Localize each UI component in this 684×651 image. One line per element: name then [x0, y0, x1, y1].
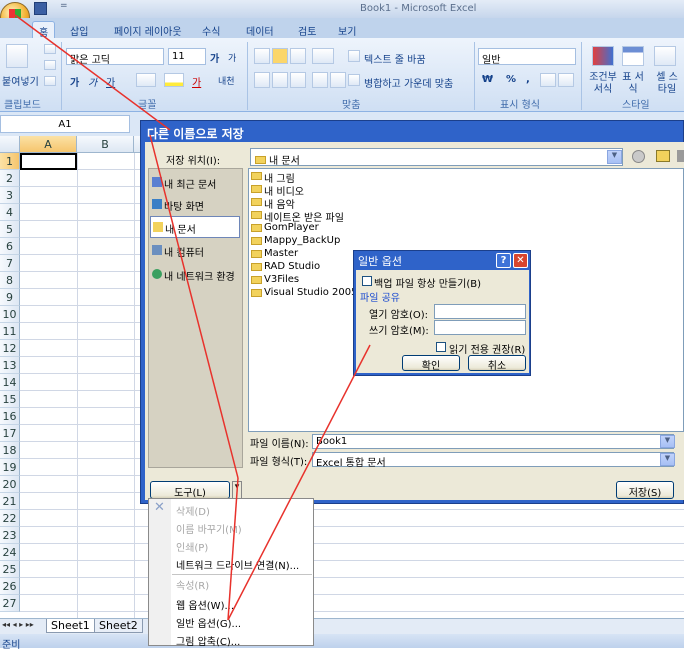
annotation-arrows — [14, 14, 371, 621]
arrow-tools-to-general-option — [227, 477, 239, 621]
arrow-general-option-to-dialog — [227, 344, 371, 621]
arrow-office-to-saveas — [14, 14, 171, 131]
arrow-saveas-to-tools — [149, 134, 239, 479]
